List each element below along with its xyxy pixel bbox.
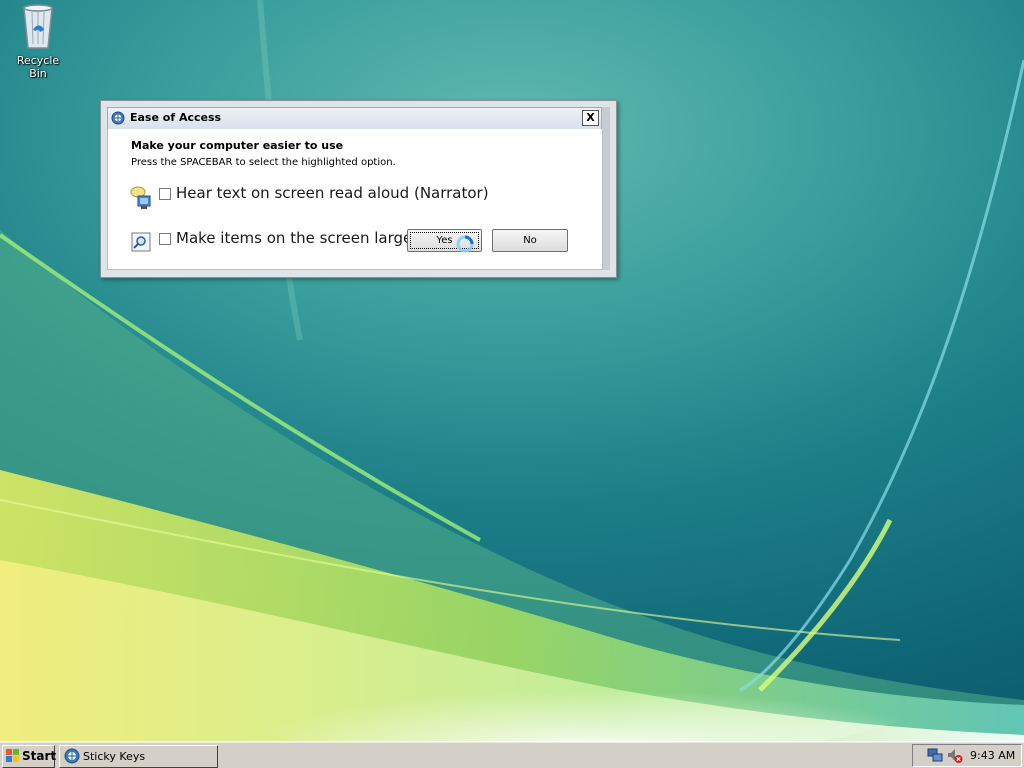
network-icon[interactable] (927, 747, 943, 763)
magnifier-option-label: Make items on the screen larger ( (176, 229, 430, 247)
dialog-heading: Make your computer easier to use (131, 139, 344, 152)
dialog-title: Ease of Access (130, 111, 222, 124)
recycle-bin-shortcut[interactable]: Recycle Bin (8, 2, 68, 80)
narrator-option-label: Hear text on screen read aloud (Narrator… (176, 184, 489, 202)
system-tray: 9:43 AM (912, 744, 1022, 767)
windows-flag-icon (6, 749, 19, 762)
narrator-icon (130, 186, 151, 209)
dialog-instruction: Press the SPACEBAR to select the highlig… (131, 157, 396, 168)
magnifier-icon (131, 232, 151, 252)
recycle-bin-icon (23, 4, 53, 49)
recycle-bin-label: Recycle Bin (16, 54, 60, 80)
no-button[interactable]: No (492, 229, 568, 252)
ease-of-access-icon (111, 111, 125, 125)
taskbar: Start Sticky Keys 9:43 AM (0, 741, 1024, 768)
narrator-checkbox[interactable] (159, 188, 171, 200)
dialog-titlebar[interactable]: Ease of Access X (107, 107, 603, 130)
close-button[interactable]: X (582, 110, 599, 126)
start-button[interactable]: Start (2, 745, 57, 768)
ease-of-access-icon (64, 748, 80, 764)
taskbar-item-sticky-keys[interactable]: Sticky Keys (59, 745, 218, 768)
volume-muted-icon[interactable] (947, 748, 963, 764)
start-label: Start (22, 749, 57, 763)
clock[interactable]: 9:43 AM (970, 749, 1015, 762)
desktop: Recycle Bin Ease of Access X Make your c… (0, 0, 1024, 741)
busy-cursor-icon (456, 235, 474, 253)
taskbar-item-label: Sticky Keys (83, 750, 146, 763)
magnifier-checkbox[interactable] (159, 233, 171, 245)
